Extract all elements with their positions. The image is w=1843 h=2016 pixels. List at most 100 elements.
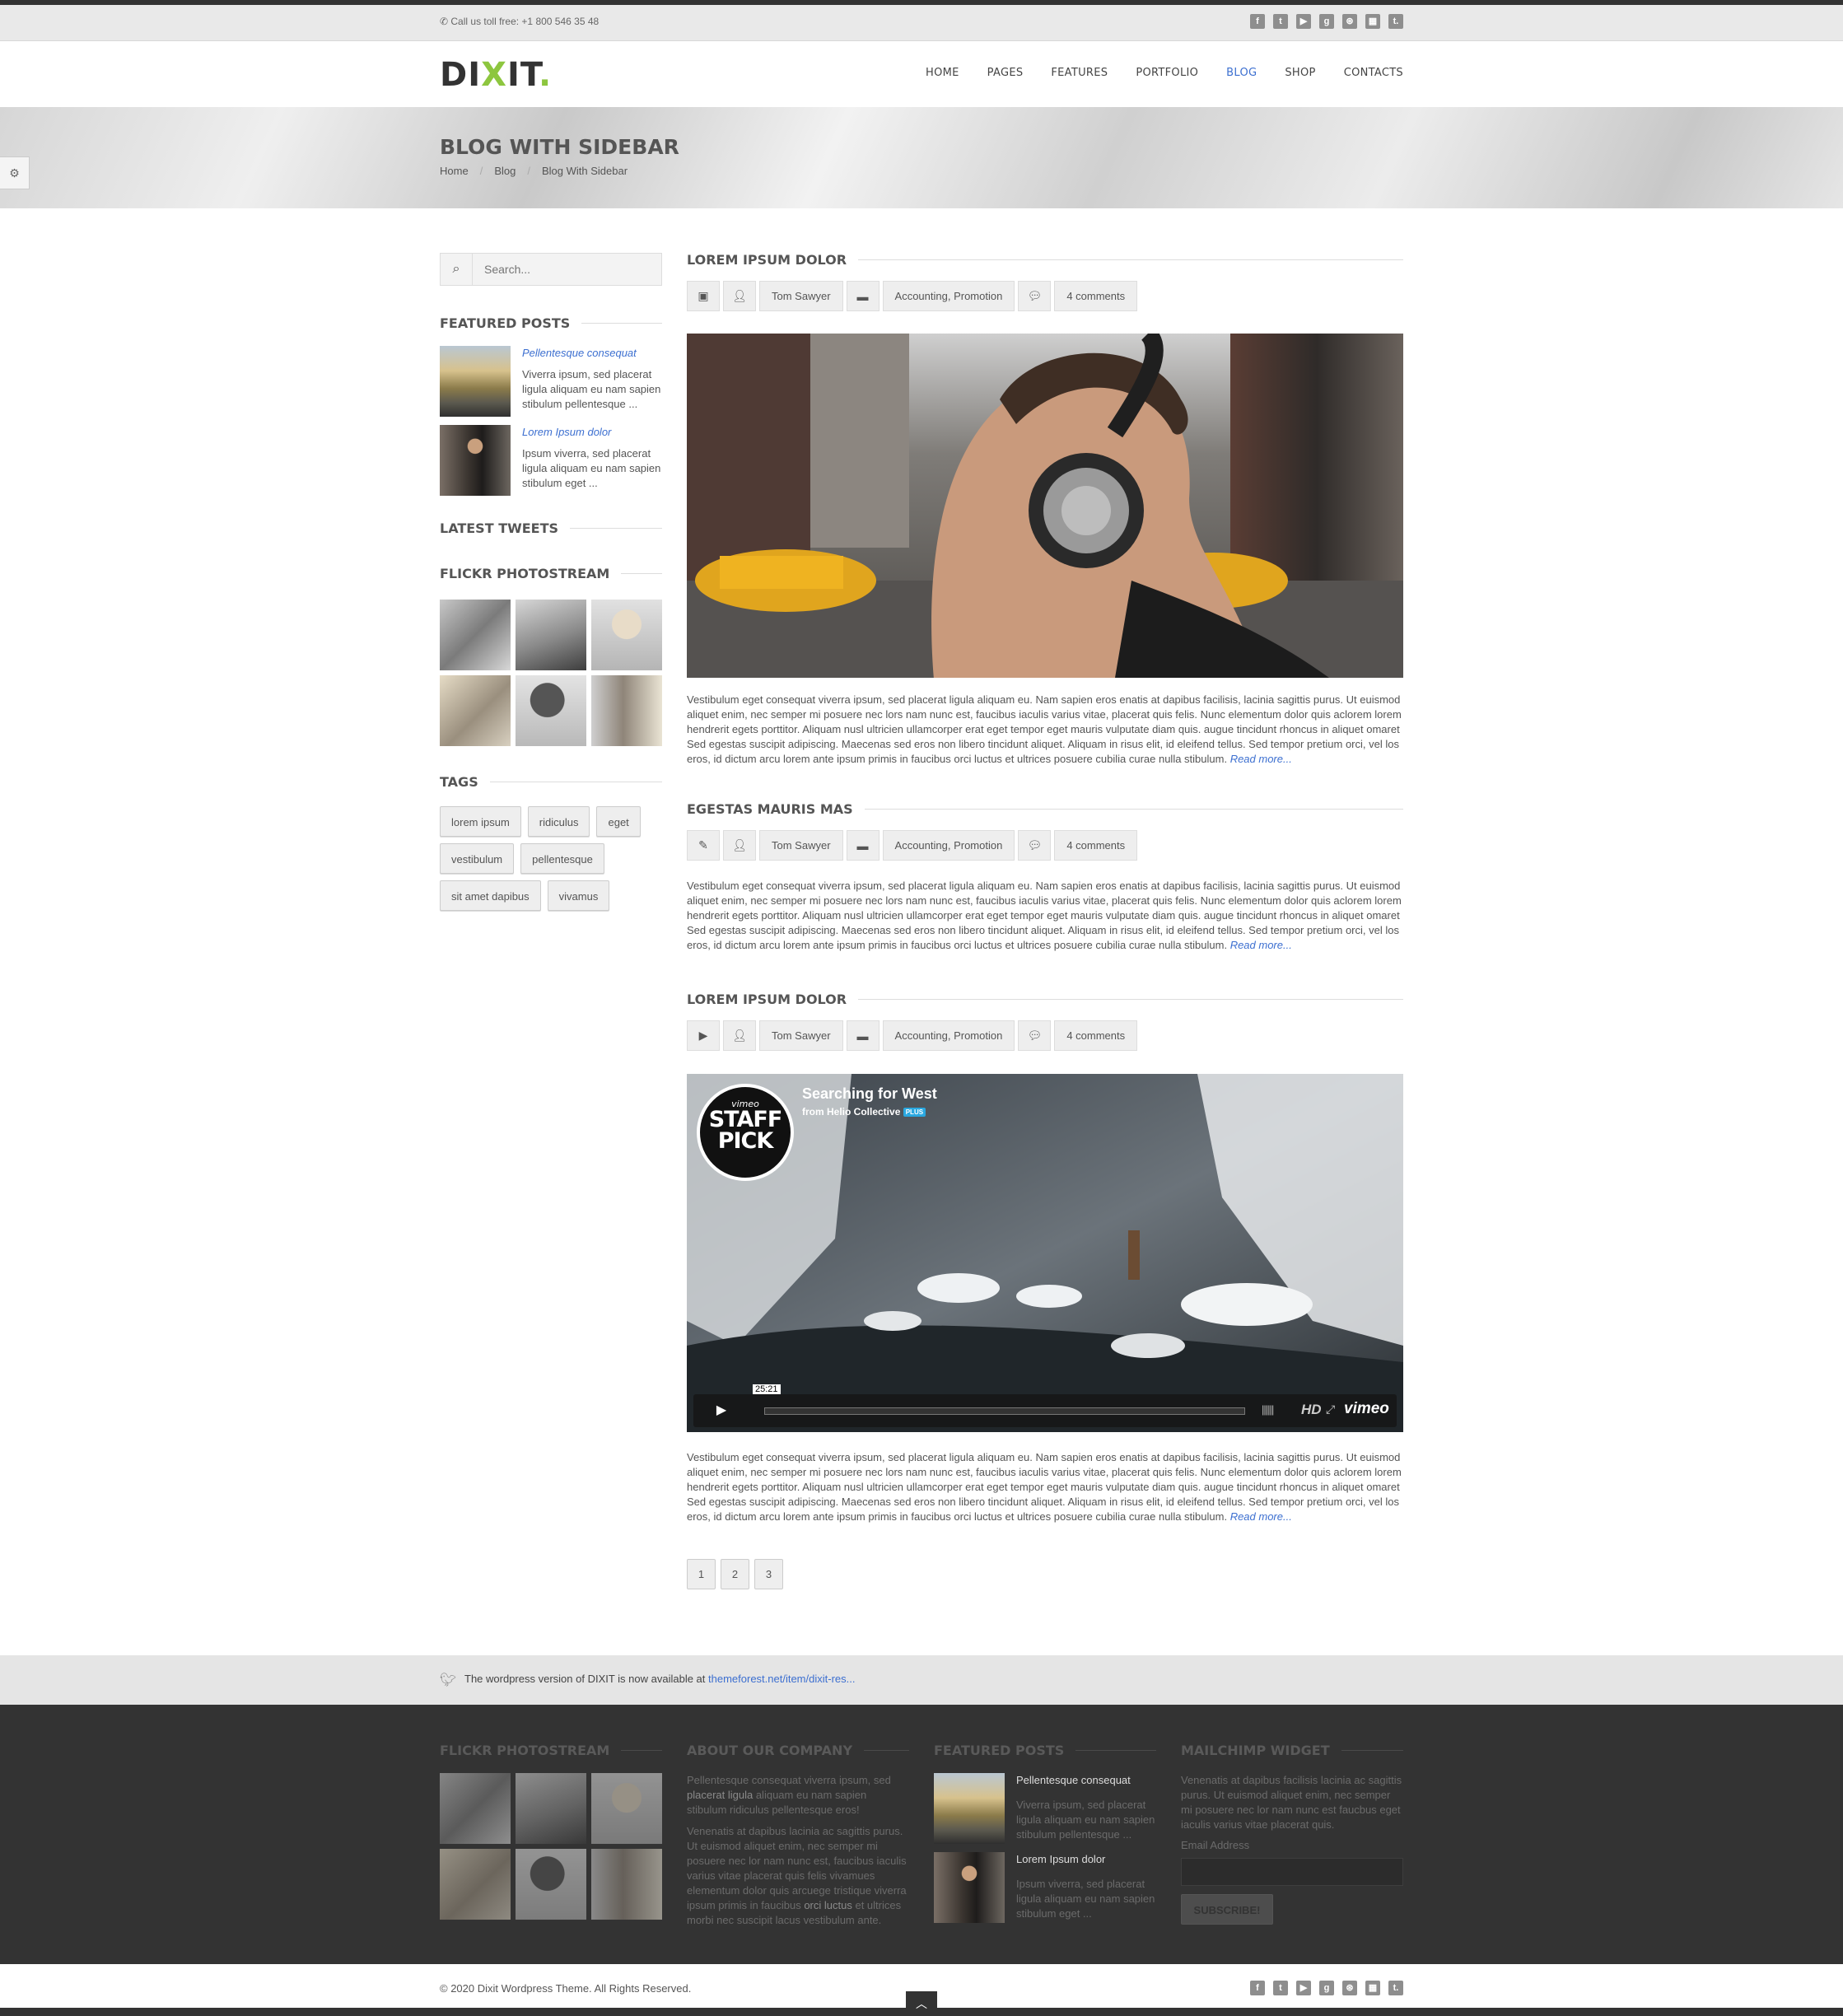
flickr-photo[interactable] — [591, 675, 662, 746]
logo[interactable]: DIXIT. — [440, 56, 552, 94]
nav-blog[interactable]: BLOG — [1226, 67, 1257, 79]
flickr-photo[interactable] — [440, 1773, 511, 1844]
facebook-icon[interactable]: f — [1250, 1981, 1265, 1995]
staff-pick-badge[interactable]: vimeo STAFF PICK — [697, 1084, 794, 1181]
tag[interactable]: lorem ipsum — [440, 806, 521, 837]
page-1-button[interactable]: 1 — [687, 1559, 716, 1589]
delicious-icon[interactable]: ▦ — [1365, 14, 1380, 29]
tag[interactable]: sit amet dapibus — [440, 880, 541, 911]
video-author[interactable]: from Helio Collective — [802, 1106, 900, 1118]
read-more-link[interactable]: Read more... — [1230, 1510, 1292, 1523]
logo-dot: . — [539, 56, 553, 94]
flickr-photo[interactable] — [516, 1773, 586, 1844]
nav-shop[interactable]: SHOP — [1285, 67, 1315, 79]
dribbble-icon[interactable]: ⊛ — [1342, 1981, 1357, 1995]
style-switcher-gear-icon[interactable]: ⚙ — [0, 156, 30, 189]
post-author[interactable]: Tom Sawyer — [759, 1020, 843, 1051]
pagination: 1 2 3 — [687, 1559, 783, 1589]
post-comments[interactable]: 4 comments — [1054, 1020, 1138, 1051]
post-comments[interactable]: 4 comments — [1054, 830, 1138, 861]
footer-social-icons: f t ▶ g ⊛ ▦ t. — [1250, 1981, 1403, 1995]
featured-post-thumbnail[interactable] — [440, 425, 511, 496]
featured-post-title[interactable]: Pellentesque consequat — [522, 346, 662, 361]
search-input[interactable] — [473, 254, 661, 285]
back-to-top-chevron-up-icon[interactable]: ︿ — [906, 1991, 937, 2016]
flickr-photo[interactable] — [440, 1849, 511, 1920]
flickr-title: FLICKR PHOTOSTREAM — [440, 566, 662, 581]
blog-post: LOREM IPSUM DOLOR ▣ 👤︎ Tom Sawyer ▬ Acco… — [687, 252, 1403, 767]
nav-contacts[interactable]: CONTACTS — [1344, 67, 1403, 79]
flickr-photo[interactable] — [591, 1849, 662, 1920]
twitter-icon[interactable]: t — [1273, 14, 1288, 29]
nav-features[interactable]: FEATURES — [1051, 67, 1108, 79]
breadcrumb-home[interactable]: Home — [440, 165, 469, 177]
delicious-icon[interactable]: ▦ — [1365, 1981, 1380, 1995]
featured-post-thumbnail[interactable] — [440, 346, 511, 417]
post-categories[interactable]: Accounting, Promotion — [882, 830, 1015, 861]
tag[interactable]: ridiculus — [527, 806, 590, 837]
post-meta: ▣ 👤︎ Tom Sawyer ▬ Accounting, Promotion … — [687, 281, 1403, 311]
post-categories[interactable]: Accounting, Promotion — [882, 1020, 1015, 1051]
nav-pages[interactable]: PAGES — [987, 67, 1024, 79]
nav-home[interactable]: HOME — [926, 67, 959, 79]
facebook-icon[interactable]: f — [1250, 14, 1265, 29]
flickr-photo[interactable] — [516, 675, 586, 746]
read-more-link[interactable]: Read more... — [1230, 939, 1292, 951]
featured-post-title[interactable]: Lorem Ipsum dolor — [1016, 1852, 1156, 1867]
comment-icon: 💬︎ — [1018, 830, 1052, 861]
read-more-link[interactable]: Read more... — [1230, 753, 1292, 765]
post-author[interactable]: Tom Sawyer — [759, 281, 843, 311]
play-icon[interactable]: ▶ — [700, 1399, 743, 1422]
featured-post-title[interactable]: Lorem Ipsum dolor — [522, 425, 662, 440]
vimeo-logo[interactable]: vimeo — [1344, 1400, 1389, 1418]
featured-post-excerpt: Ipsum viverra, sed placerat ligula aliqu… — [1016, 1878, 1155, 1920]
youtube-icon[interactable]: ▶ — [1296, 1981, 1311, 1995]
tag[interactable]: vestibulum — [440, 843, 515, 874]
flickr-photo[interactable] — [440, 675, 511, 746]
flickr-photo[interactable] — [440, 600, 511, 670]
video-progress-track[interactable] — [764, 1407, 1245, 1415]
tumblr-icon[interactable]: t. — [1388, 1981, 1403, 1995]
breadcrumb-blog[interactable]: Blog — [494, 165, 516, 177]
flickr-photo[interactable] — [516, 600, 586, 670]
post-meta: ▶ 👤︎ Tom Sawyer ▬ Accounting, Promotion … — [687, 1020, 1403, 1051]
google-plus-icon[interactable]: g — [1319, 14, 1334, 29]
tag[interactable]: pellentesque — [520, 843, 604, 874]
tag[interactable]: vivamus — [547, 880, 610, 911]
video-title[interactable]: Searching for West — [802, 1085, 937, 1103]
main-nav: HOME PAGES FEATURES PORTFOLIO BLOG SHOP … — [926, 67, 1403, 79]
post-title[interactable]: EGESTAS MAURIS MAS — [687, 801, 1403, 817]
search-icon[interactable]: ⌕ — [441, 254, 473, 285]
post-meta: ✎ 👤︎ Tom Sawyer ▬ Accounting, Promotion … — [687, 830, 1403, 861]
video-player[interactable]: vimeo STAFF PICK Searching for West from… — [687, 1074, 1403, 1432]
featured-post-title[interactable]: Pellentesque consequat — [1016, 1773, 1156, 1788]
email-field[interactable] — [1181, 1858, 1403, 1886]
google-plus-icon[interactable]: g — [1319, 1981, 1334, 1995]
flickr-photo[interactable] — [516, 1849, 586, 1920]
tumblr-icon[interactable]: t. — [1388, 14, 1403, 29]
page-3-button[interactable]: 3 — [754, 1559, 783, 1589]
flickr-photo[interactable] — [591, 1773, 662, 1844]
post-comments[interactable]: 4 comments — [1054, 281, 1138, 311]
youtube-icon[interactable]: ▶ — [1296, 14, 1311, 29]
tag[interactable]: eget — [596, 806, 641, 837]
page-2-button[interactable]: 2 — [721, 1559, 749, 1589]
footer-featured: FEATURED POSTS Pellentesque consequat Viv… — [934, 1743, 1156, 1923]
post-author[interactable]: Tom Sawyer — [759, 830, 843, 861]
flickr-photo[interactable] — [591, 600, 662, 670]
subscribe-button[interactable]: SUBSCRIBE! — [1181, 1894, 1273, 1925]
post-title[interactable]: LOREM IPSUM DOLOR — [687, 992, 1403, 1007]
dribbble-icon[interactable]: ⊛ — [1342, 14, 1357, 29]
hd-toggle[interactable]: HD — [1301, 1402, 1322, 1418]
volume-icon[interactable]: |||||| — [1262, 1403, 1274, 1416]
post-categories[interactable]: Accounting, Promotion — [882, 281, 1015, 311]
post-image[interactable] — [687, 334, 1403, 678]
post-title[interactable]: LOREM IPSUM DOLOR — [687, 252, 1403, 268]
themeforest-link[interactable]: themeforest.net/item/dixit-res... — [708, 1673, 855, 1685]
nav-portfolio[interactable]: PORTFOLIO — [1136, 67, 1198, 79]
twitter-icon[interactable]: t — [1273, 1981, 1288, 1995]
fullscreen-icon[interactable]: ⤢ — [1326, 1402, 1335, 1416]
footer-mailchimp-title: MAILCHIMP WIDGET — [1181, 1743, 1403, 1758]
featured-post-thumbnail[interactable] — [934, 1852, 1005, 1923]
featured-post-thumbnail[interactable] — [934, 1773, 1005, 1844]
